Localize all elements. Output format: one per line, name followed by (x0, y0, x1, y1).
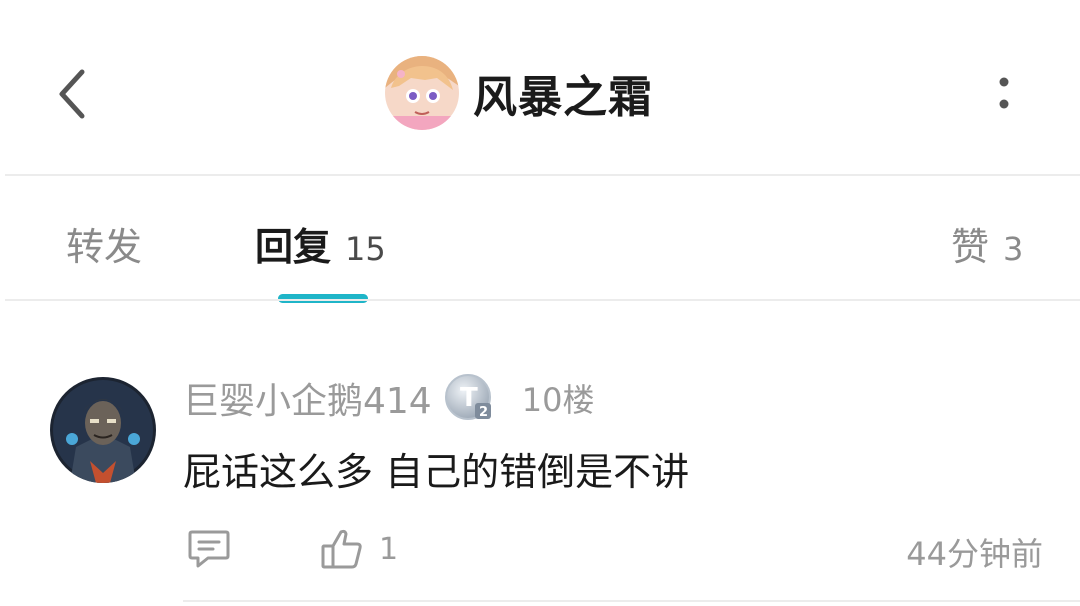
tab-count: 15 (345, 230, 386, 268)
top-bar: 风暴之霜 (0, 0, 1080, 176)
tab-label: 转发 (66, 225, 143, 269)
page-title[interactable]: 风暴之霜 (473, 61, 653, 125)
floor-number: 10楼 (521, 381, 595, 419)
comment-divider (183, 600, 1080, 602)
author-avatar[interactable] (385, 56, 459, 130)
commenter-avatar[interactable] (50, 377, 156, 483)
tab-label: 回复 (255, 225, 332, 269)
more-options-button[interactable] (984, 70, 1024, 118)
tab-repost[interactable]: 转发 (66, 216, 142, 269)
tab-label: 赞 (951, 225, 990, 269)
reply-button[interactable] (183, 523, 235, 575)
tab-bar: 转发 回复 15 赞 3 (0, 176, 1080, 303)
svg-text:2: 2 (479, 405, 488, 420)
comment-text: 屁话这么多 自己的错倒是不讲 (183, 450, 690, 494)
more-vertical-icon (999, 77, 1009, 109)
thumbs-up-icon (321, 529, 362, 569)
tab-count: 3 (1003, 230, 1024, 268)
comment-timestamp: 44分钟前 (906, 535, 1043, 573)
comment-actions: 1 44分钟前 (183, 523, 1043, 575)
like-count: 1 (379, 531, 399, 567)
comment-header: 巨婴小企鹅414 T 2 10楼 (183, 373, 594, 423)
chevron-left-icon (59, 69, 85, 119)
page-title-group[interactable]: 风暴之霜 (385, 56, 653, 130)
tab-likes[interactable]: 赞 3 (951, 216, 1024, 269)
tab-replies[interactable]: 回复 15 (255, 216, 386, 269)
like-button[interactable]: 1 (319, 523, 398, 575)
t2-badge-icon: T 2 (444, 374, 491, 420)
commenter-username[interactable]: 巨婴小企鹅414 (183, 372, 432, 424)
comment-bubble-icon (188, 530, 230, 568)
back-button[interactable] (40, 58, 104, 130)
comment-item[interactable]: 巨婴小企鹅414 T 2 10楼 屁话这么多 自己的错倒是不讲 1 44分钟前 (0, 301, 1080, 606)
